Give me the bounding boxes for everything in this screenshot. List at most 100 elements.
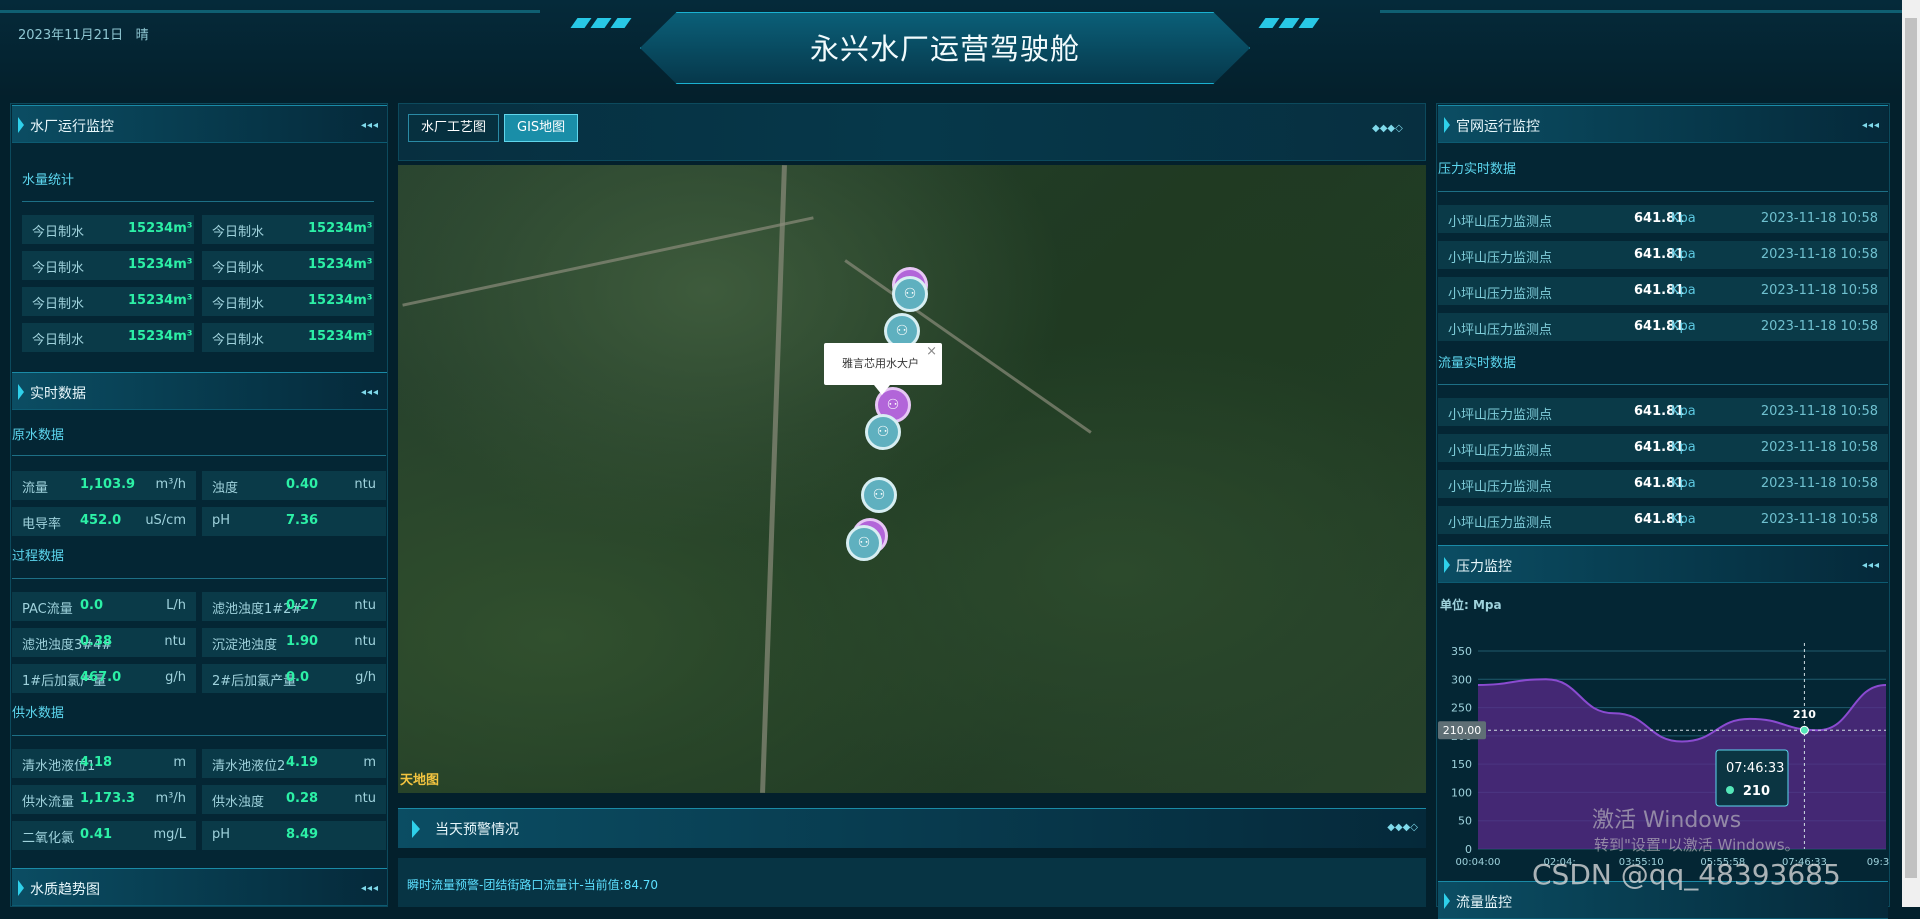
divider [22,201,374,202]
monitor-time: 2023-11-18 10:58 [1760,440,1878,455]
stat-cell: 今日制水 15234m³ [202,215,374,244]
data-value: 4.19 [286,755,319,770]
stat-label: 今日制水 [32,261,85,276]
y-tick-label: 100 [1451,786,1472,799]
alert-item[interactable]: 瞬时流量预警-团结街路口流量计-当前值:84.70 [407,876,658,893]
data-cell: 1#后加氯产量 467.0 g/h [12,664,196,693]
monitor-row[interactable]: 小坪山压力监测点 641.81 Kpa 2023-11-18 10:58 [1438,277,1888,305]
stat-value: 15234m³ [128,257,193,272]
stat-label: 今日制水 [32,225,85,240]
monitor-unit: Kpa [1671,512,1696,527]
data-label: pH [212,513,231,528]
gis-map[interactable]: 天地图 [398,165,1426,793]
monitor-name: 小坪山压力监测点 [1448,516,1553,531]
monitor-time: 2023-11-18 10:58 [1760,404,1878,419]
data-label: 二氧化氯 [22,831,75,846]
section-process-data: 过程数据 [12,549,65,564]
crosshair-value: 210.00 [1443,724,1482,737]
tab-gis-map[interactable]: GIS地图 [504,114,579,142]
stat-value: 15234m³ [308,329,373,344]
scrollbar[interactable] [1902,0,1920,907]
dots-icon: ◂◂◂ [360,387,379,398]
stat-value: 15234m³ [308,221,373,236]
data-value: 7.36 [286,513,319,528]
map-marker[interactable]: ⚇ [865,414,901,450]
divider [12,735,386,736]
panel-title-label: 官网运行监控 [1456,119,1540,135]
monitor-row[interactable]: 小坪山压力监测点 641.81 Kpa 2023-11-18 10:58 [1438,398,1888,426]
tooltip-time: 07:46:33 [1726,761,1784,776]
monitor-name: 小坪山压力监测点 [1448,287,1553,302]
panel-title-pressure-monitor: 压力监控 ◂◂◂ [1438,545,1888,583]
data-unit: m³/h [155,477,187,492]
monitor-row[interactable]: 小坪山压力监测点 641.81 Kpa 2023-11-18 10:58 [1438,241,1888,269]
map-road [402,216,814,307]
monitor-row[interactable]: 小坪山压力监测点 641.81 Kpa 2023-11-18 10:58 [1438,506,1888,534]
data-unit: m³/h [155,791,187,806]
data-value: 1,103.9 [80,477,136,492]
monitor-row[interactable]: 小坪山压力监测点 641.81 Kpa 2023-11-18 10:58 [1438,434,1888,462]
map-marker[interactable]: ⚇ [861,477,897,513]
data-unit: m [363,755,376,770]
map-popup: 雅言芯用水大户 × [824,343,942,395]
title-arrow-icon [412,820,420,838]
map-popup-text: 雅言芯用水大户 [842,357,919,370]
monitor-time: 2023-11-18 10:58 [1760,283,1878,298]
data-label: 沉淀池浊度 [212,638,278,653]
monitor-row[interactable]: 小坪山压力监测点 641.81 Kpa 2023-11-18 10:58 [1438,470,1888,498]
divider [12,578,386,579]
data-value: 8.49 [286,827,319,842]
stat-label: 今日制水 [32,297,85,312]
data-unit: ntu [354,598,376,613]
dots-icon: ◆◆◆◇ [1387,822,1418,833]
header-deco-line-left [0,10,540,13]
stat-value: 15234m³ [308,257,373,272]
x-tick-label: 09:3 [1867,857,1889,868]
map-marker[interactable]: ⚇ [846,525,882,561]
data-cell: 电导率 452.0 uS/cm [12,507,196,536]
monitor-row[interactable]: 小坪山压力监测点 641.81 Kpa 2023-11-18 10:58 [1438,205,1888,233]
data-value: 0.40 [286,477,319,492]
data-cell: 滤池浊度3#4# 0.38 ntu [12,628,196,657]
stat-cell: 今日制水 15234m³ [22,215,194,244]
tab-process-diagram[interactable]: 水厂工艺图 [408,114,500,142]
data-value: 0.0 [286,670,310,685]
data-unit: L/h [166,598,186,613]
data-value: 467.0 [80,670,122,685]
page-title: 永兴水厂运营驾驶舱 [809,32,1080,66]
monitor-name: 小坪山压力监测点 [1448,215,1553,230]
y-tick-label: 300 [1451,673,1472,686]
point-label: 210 [1793,708,1816,721]
data-value: 1.90 [286,634,319,649]
scrollbar-thumb[interactable] [1905,18,1917,878]
title-arrow-icon [18,117,24,133]
data-label: 供水浊度 [212,795,265,810]
monitor-row[interactable]: 小坪山压力监测点 641.81 Kpa 2023-11-18 10:58 [1438,313,1888,341]
close-icon[interactable]: × [926,344,937,359]
data-value: 0.38 [80,634,113,649]
dots-icon: ◆◆◆◇ [1372,123,1403,134]
date-text: 2023年11月21日 [18,28,124,43]
header-deco-line-right [1380,10,1920,13]
data-cell: 二氧化氯 0.41 mg/L [12,821,196,850]
section-flow-data: 流量实时数据 [1438,356,1517,371]
dots-icon: ◂◂◂ [1861,120,1880,131]
data-label: 清水池液位2 [212,759,286,774]
y-tick-label: 50 [1458,815,1472,828]
panel-title-plant: 水厂运行监控 ◂◂◂ [12,105,387,143]
title-arrow-icon [1444,557,1450,573]
monitor-unit: Kpa [1671,283,1696,298]
stat-label: 今日制水 [212,297,265,312]
data-unit: ntu [354,634,376,649]
data-unit: g/h [355,670,376,685]
data-unit: ntu [164,634,186,649]
stat-value: 15234m³ [128,221,193,236]
map-marker[interactable]: ⚇ [892,276,928,312]
stat-label: 今日制水 [212,261,265,276]
map-road [760,165,787,793]
data-cell: 供水浊度 0.28 ntu [202,785,386,814]
section-water-stats: 水量统计 [22,173,75,188]
csdn-watermark: CSDN @qq_48393685 [1532,858,1841,891]
y-tick-label: 350 [1451,645,1472,658]
title-arrow-icon [18,880,24,896]
